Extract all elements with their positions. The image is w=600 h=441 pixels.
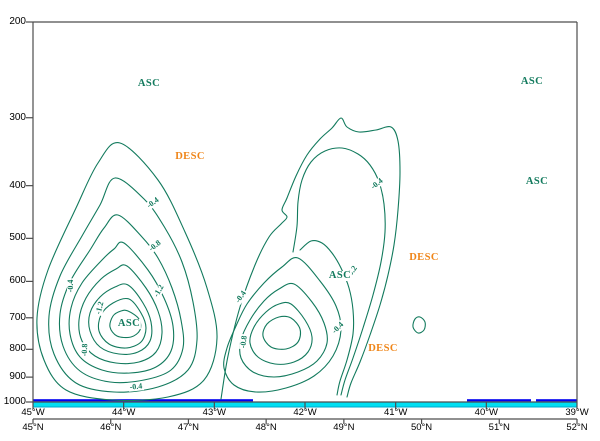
pressure-tick-label: 1000 xyxy=(0,397,26,407)
contour-path xyxy=(263,316,301,349)
latitude-tick-label: 51°N xyxy=(477,423,521,433)
contour-lines xyxy=(37,118,425,401)
pressure-tick-label: 500 xyxy=(0,233,26,243)
ascent-region-label: ASC xyxy=(525,177,549,187)
longitude-tick-label: 44°W xyxy=(102,408,146,418)
contour-cross-section-figure: 200 300 400 500 600 700 800 900 100045°W 44°W 43°W… xyxy=(0,0,600,441)
contour-value-label: -0.4 xyxy=(128,382,143,391)
ascent-region-label: ASC xyxy=(520,77,544,87)
contour-path xyxy=(413,317,425,333)
surface-blue-line xyxy=(536,399,577,401)
latitude-tick-label: 46°N xyxy=(89,423,133,433)
latitude-tick-label: 52°N xyxy=(555,423,599,433)
pressure-tick-label: 900 xyxy=(0,372,26,382)
pressure-tick-label: 400 xyxy=(0,181,26,191)
ascent-region-label: ASC xyxy=(117,319,141,329)
descent-region-label: DESC xyxy=(408,253,440,263)
latitude-tick-label: 45°N xyxy=(11,423,55,433)
ascent-region-label: ASC xyxy=(137,79,161,89)
contour-path xyxy=(250,302,312,364)
latitude-tick-label: 49°N xyxy=(322,423,366,433)
contour-path xyxy=(300,241,354,395)
contour-path xyxy=(79,265,162,364)
longitude-tick-label: 39°W xyxy=(555,408,599,418)
pressure-tick-label: 200 xyxy=(0,17,26,27)
axes-and-ticks xyxy=(26,22,577,424)
longitude-tick-label: 42°W xyxy=(283,408,327,418)
pressure-tick-label: 300 xyxy=(0,113,26,123)
latitude-tick-label: 48°N xyxy=(244,423,288,433)
descent-region-label: DESC xyxy=(174,152,206,162)
contour-path xyxy=(224,258,341,393)
longitude-tick-label: 45°W xyxy=(11,408,55,418)
pressure-tick-label: 700 xyxy=(0,313,26,323)
contour-path xyxy=(37,143,217,401)
contour-plot-canvas xyxy=(0,0,600,441)
descent-region-label: DESC xyxy=(367,344,399,354)
longitude-tick-label: 41°W xyxy=(374,408,418,418)
longitude-tick-label: 40°W xyxy=(464,408,508,418)
longitude-tick-label: 43°W xyxy=(192,408,236,418)
pressure-tick-label: 800 xyxy=(0,344,26,354)
contour-value-label: -0.4 xyxy=(67,279,75,294)
latitude-tick-label: 50°N xyxy=(400,423,444,433)
pressure-tick-label: 600 xyxy=(0,276,26,286)
latitude-tick-label: 47°N xyxy=(166,423,210,433)
surface-blue-line xyxy=(467,399,531,401)
contour-value-label: -0.8 xyxy=(81,343,90,358)
ascent-region-label: ASC xyxy=(328,271,352,281)
contour-path xyxy=(221,118,400,399)
